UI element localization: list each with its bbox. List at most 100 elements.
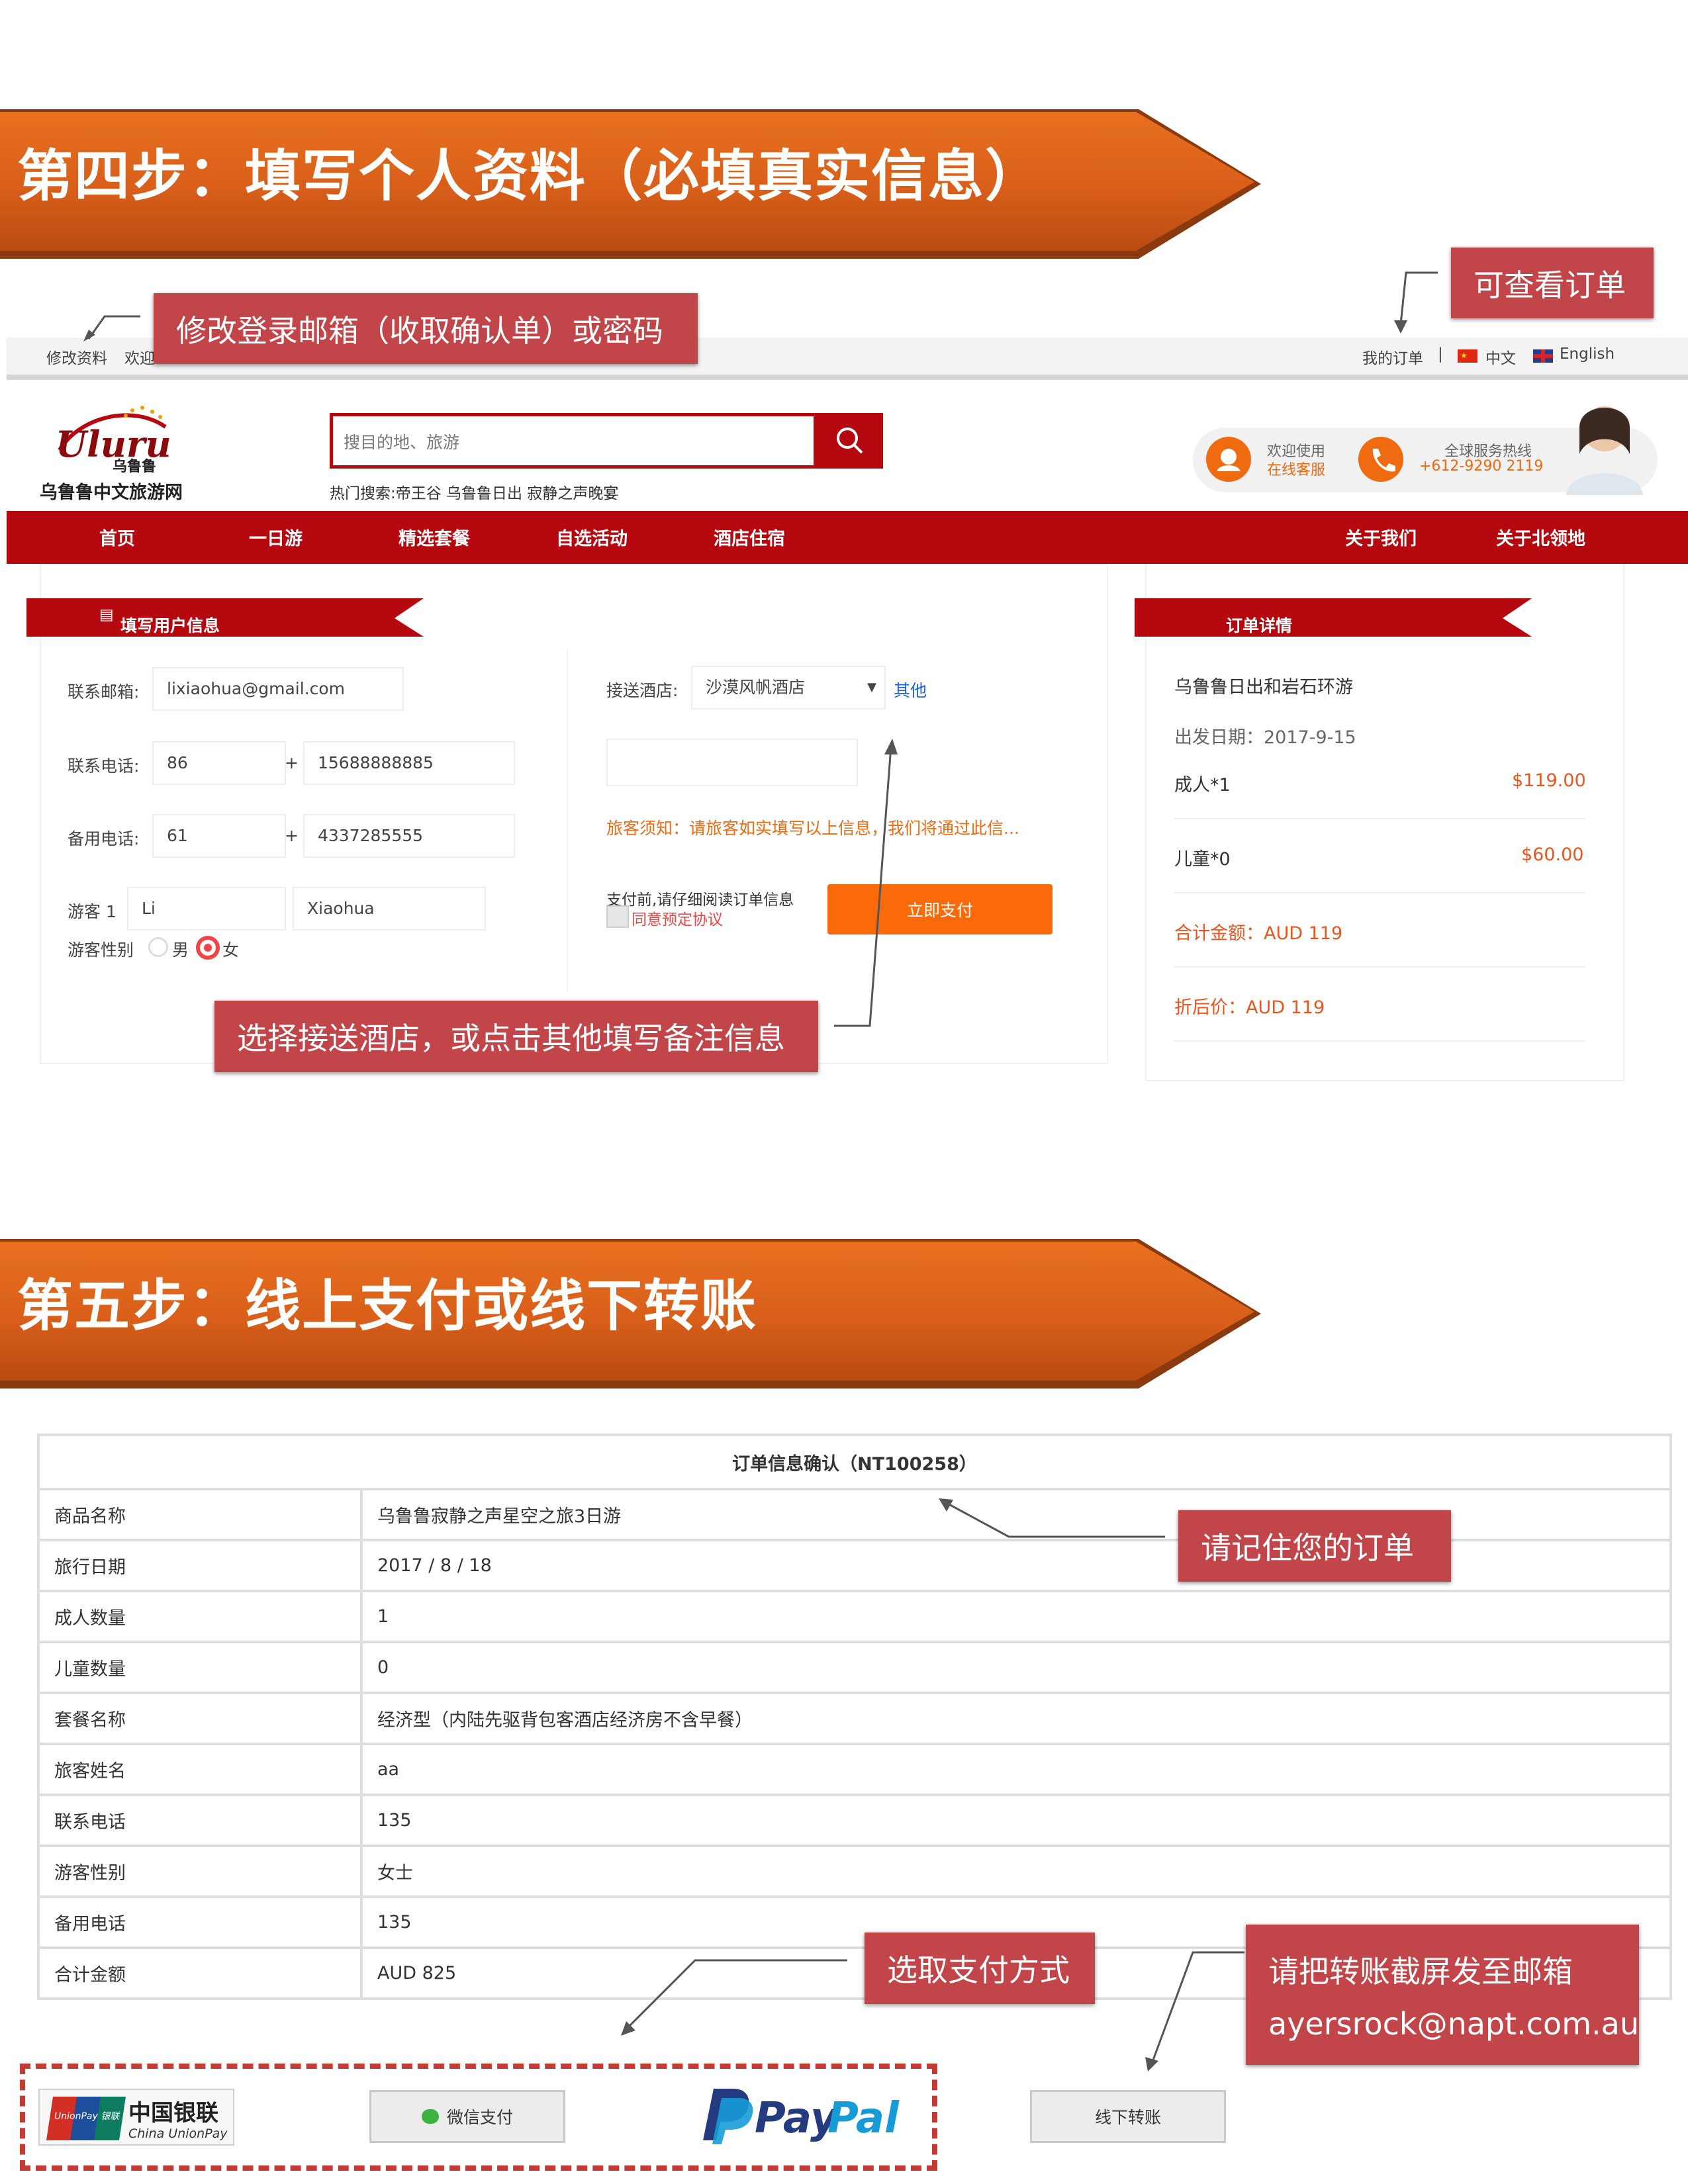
service-agent-avatar (1556, 394, 1654, 495)
lang-cn-link[interactable]: 中文 (1485, 345, 1516, 368)
alt-phone-field[interactable]: 4337285555 (303, 814, 515, 858)
male-radio[interactable] (148, 937, 168, 957)
male-label: 男 (172, 940, 189, 960)
main-nav: 首页 一日游 精选套餐 自选活动 酒店住宿 关于我们 关于北领地 (7, 511, 1688, 564)
site-logo[interactable]: Uluru 乌鲁鲁 乌鲁鲁中文旅游网 (33, 390, 205, 503)
phone-field[interactable]: 15688888885 (303, 741, 515, 785)
agree-link[interactable]: 同意预定协议 (632, 907, 723, 929)
callout-arrow-orders (1394, 271, 1438, 334)
nav-packages[interactable]: 精选套餐 (399, 524, 470, 550)
order-separator (1174, 966, 1585, 968)
callout-select-hotel: 选择接送酒店，或点击其他填写备注信息 (214, 1001, 818, 1072)
table-row: 游客性别 女士 (37, 1844, 1672, 1898)
step4-title: 第四步：填写个人资料（必填真实信息） (17, 144, 1043, 208)
order-separator (1174, 1040, 1585, 1042)
my-orders-link[interactable]: 我的订单 (1362, 345, 1423, 368)
online-service-icon[interactable] (1206, 437, 1251, 482)
nav-day-tours[interactable]: 一日游 (249, 524, 303, 550)
lang-en-link[interactable]: English (1560, 345, 1615, 363)
phone-code-field[interactable]: 86 (152, 741, 286, 785)
last-name-field[interactable]: Xiaohua (293, 887, 486, 931)
hotel-label: 接送酒店: (606, 681, 679, 700)
nav-about-us[interactable]: 关于我们 (1345, 524, 1417, 550)
row-key: 成人数量 (37, 1590, 363, 1643)
traveler-label: 游客 1 (68, 902, 117, 921)
uk-flag-icon (1533, 349, 1553, 363)
order-discount: 折后价：AUD 119 (1174, 997, 1325, 1018)
order-adult: 成人*1 (1174, 775, 1231, 796)
hotel-remark-field[interactable] (606, 739, 858, 786)
logo-name: 乌鲁鲁中文旅游网 (40, 482, 183, 503)
user-info-ribbon (26, 598, 424, 637)
callout-choose-payment: 选取支付方式 (865, 1933, 1095, 2004)
step5-title: 第五步：线上支付或线下转账 (17, 1273, 758, 1338)
female-radio[interactable] (196, 936, 220, 960)
callout-arrow-order (939, 1498, 1165, 1538)
hotel-select-value: 沙漠风帆酒店 (706, 678, 806, 697)
callout-transfer-email: ayersrock@napt.com.au (1268, 2006, 1639, 2042)
unionpay-option[interactable]: UnionPay 银联 中国银联 China UnionPay (38, 2089, 234, 2146)
edit-profile-link[interactable]: 修改资料 (46, 345, 107, 368)
alt-phone-code-field[interactable]: 61 (152, 814, 286, 858)
step4-banner: 第四步：填写个人资料（必填真实信息） (0, 109, 1264, 259)
hotel-select[interactable]: 沙漠风帆酒店 ▼ (691, 666, 886, 709)
offline-transfer-button[interactable]: 线下转账 (1030, 2090, 1226, 2143)
paypal-logo-icon: Pay Pal (703, 2089, 900, 2144)
hot-searches[interactable]: 热门搜索:帝王谷 乌鲁鲁日出 寂静之声晚宴 (330, 480, 618, 503)
online-service-link[interactable]: 在线客服 (1267, 458, 1325, 479)
row-value: 经济型（内陆先驱背包客酒店经济房不含早餐） (360, 1692, 1672, 1745)
welcome-text: 欢迎 (124, 350, 155, 367)
hotline-number: +612-9290 2119 (1419, 458, 1544, 475)
order-child: 儿童*0 (1174, 849, 1231, 870)
svg-text:Pal: Pal (827, 2094, 900, 2143)
callout-transfer: 请把转账截屏发至邮箱 ayersrock@napt.com.au (1246, 1925, 1639, 2065)
table-row: 套餐名称 经济型（内陆先驱背包客酒店经济房不含早餐） (37, 1692, 1672, 1745)
table-row: 联系电话 135 (37, 1794, 1672, 1847)
row-key: 商品名称 (37, 1488, 363, 1541)
first-name-field[interactable]: Li (127, 887, 286, 931)
order-detail-ribbon-label: 订单详情 (1226, 616, 1293, 635)
callout-view-orders: 可查看订单 (1451, 248, 1654, 318)
email-field[interactable]: lixiaohua@gmail.com (152, 667, 404, 711)
search-icon (837, 428, 863, 454)
callout-arrow-transfer (1145, 1951, 1244, 2071)
user-info-ribbon-label: 填写用户信息 (120, 616, 220, 635)
nav-activities[interactable]: 自选活动 (556, 524, 628, 550)
row-key: 备用电话 (37, 1895, 363, 1949)
svg-text:Pay: Pay (755, 2094, 839, 2143)
order-detail-ribbon (1135, 598, 1532, 637)
callout-edit-email: 修改登录邮箱（收取确认单）或密码 (154, 293, 698, 364)
row-key: 儿童数量 (37, 1641, 363, 1694)
callout-arrow-hotel (834, 739, 898, 1027)
wechat-pay-button[interactable]: 微信支付 (369, 2090, 565, 2143)
paypal-option[interactable]: Pay Pal (695, 2082, 900, 2148)
agree-checkbox[interactable] (606, 905, 629, 928)
form-divider (567, 649, 568, 993)
hotel-other-link[interactable]: 其他 (894, 678, 927, 702)
nav-hotels[interactable]: 酒店住宿 (714, 524, 785, 550)
row-value: aa (360, 1743, 1672, 1796)
search-input[interactable]: 搜目的地、旅游 (330, 413, 817, 469)
topbar-divider: | (1438, 345, 1443, 363)
callout-transfer-line1: 请把转账截屏发至邮箱 (1268, 1954, 1573, 1989)
row-key: 旅客姓名 (37, 1743, 363, 1796)
table-row: 成人数量 1 (37, 1590, 1672, 1643)
row-value: 1 (360, 1590, 1672, 1643)
order-separator (1174, 892, 1585, 893)
callout-remember-order: 请记住您的订单 (1178, 1510, 1451, 1582)
unionpay-logo-icon: UnionPay 银联 中国银联 China UnionPay (46, 2097, 228, 2141)
gender-label: 游客性别 (68, 940, 134, 960)
order-adult-price: $119.00 (1512, 770, 1586, 791)
order-total: 合计金额：AUD 119 (1174, 923, 1343, 944)
svg-text:China UnionPay: China UnionPay (128, 2126, 228, 2141)
search-button[interactable] (817, 413, 883, 469)
form-icon: ▤ (99, 606, 114, 623)
nav-home[interactable]: 首页 (99, 524, 135, 550)
nav-about-nt[interactable]: 关于北领地 (1496, 524, 1585, 550)
phone-plus: + (285, 753, 299, 772)
email-label: 联系邮箱: (68, 682, 140, 702)
svg-text:UnionPay 银联: UnionPay 银联 (54, 2111, 120, 2122)
alt-phone-plus: + (285, 826, 299, 845)
row-key: 套餐名称 (37, 1692, 363, 1745)
order-product: 乌鲁鲁日出和岩石环游 (1174, 677, 1353, 698)
